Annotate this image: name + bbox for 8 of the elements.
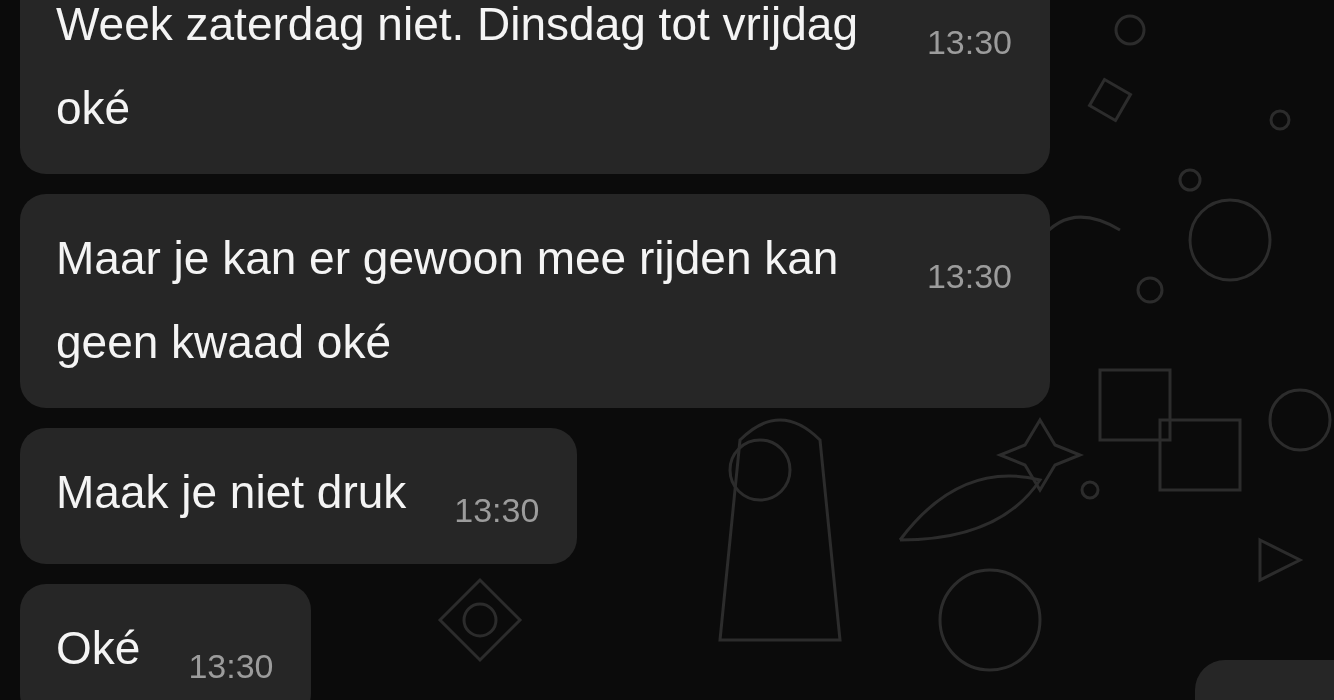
message-time: 13:30 [454, 490, 540, 531]
message-text: Week zaterdag niet. Dinsdag tot vrijdag oké [56, 0, 859, 134]
message-time: 13:30 [188, 646, 274, 687]
message-text: Oké [56, 622, 141, 674]
message-time: 13:30 [926, 22, 1012, 63]
message-text: Maar je kan er gewoon mee rijden kan geen kwaad oké [56, 232, 839, 368]
message-text: Maak je niet druk [56, 466, 407, 518]
message-time: 13:30 [926, 256, 1012, 297]
